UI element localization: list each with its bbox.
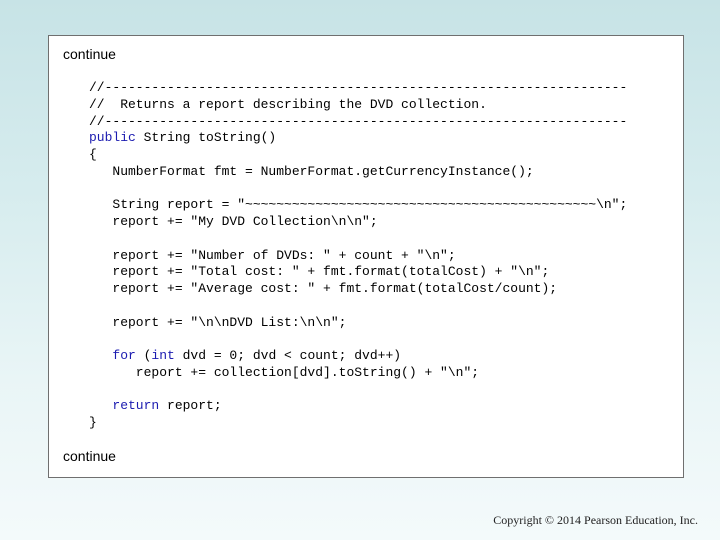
code-line: // Returns a report describing the DVD c… — [89, 97, 627, 114]
code-text: report += "Total cost: " + fmt.format(to… — [89, 264, 550, 280]
code-text: dvd = 0; dvd < count; dvd++) — [174, 348, 402, 363]
code-text: ( — [135, 348, 152, 363]
copyright-footer: Copyright © 2014 Pearson Education, Inc. — [493, 513, 698, 527]
code-text: //--------------------------------------… — [89, 80, 628, 95]
code-text: } — [89, 415, 97, 430]
code-line: String report = "~~~~~~~~~~~~~~~~~~~~~~~… — [89, 197, 627, 214]
code-slide-panel: continue //-----------------------------… — [48, 35, 684, 478]
code-line: } — [89, 415, 627, 432]
code-text: report; — [159, 398, 222, 414]
code-text: report += collection[dvd].toString() + "… — [89, 364, 480, 380]
code-line: report += "Average cost: " + fmt.format(… — [89, 281, 627, 298]
code-line: //--------------------------------------… — [89, 80, 627, 97]
code-listing: //--------------------------------------… — [89, 80, 627, 432]
continue-label-bottom: continue — [63, 448, 116, 464]
code-text: { — [89, 147, 97, 162]
code-line: { — [89, 147, 627, 164]
code-line: return report; — [89, 398, 627, 415]
continue-label-top: continue — [63, 46, 116, 62]
code-text: String toString() — [135, 130, 277, 146]
code-line: NumberFormat fmt = NumberFormat.getCurre… — [89, 164, 627, 181]
code-line: for (int dvd = 0; dvd < count; dvd++) — [89, 348, 627, 365]
code-line: report += "\n\nDVD List:\n\n"; — [89, 315, 627, 332]
code-keyword: return — [112, 398, 160, 414]
code-text: report += "\n\nDVD List:\n\n"; — [89, 314, 347, 330]
code-text: //--------------------------------------… — [89, 113, 628, 129]
code-keyword: for — [112, 348, 136, 363]
code-line: report += "My DVD Collection\n\n"; — [89, 214, 627, 231]
code-text: report += "My DVD Collection\n\n"; — [89, 214, 378, 229]
code-text: // Returns a report describing the DVD c… — [89, 96, 487, 112]
code-line: public String toString() — [89, 130, 627, 147]
code-text: String report = "~~~~~~~~~~~~~~~~~~~~~~~… — [89, 197, 628, 213]
code-text: report += "Number of DVDs: " + count + "… — [89, 247, 456, 263]
code-line: report += "Number of DVDs: " + count + "… — [89, 248, 627, 265]
code-text: report += "Average cost: " + fmt.format(… — [89, 281, 558, 296]
code-keyword: public — [89, 130, 136, 146]
code-line: report += "Total cost: " + fmt.format(to… — [89, 264, 627, 281]
code-line: //--------------------------------------… — [89, 114, 627, 131]
code-line: report += collection[dvd].toString() + "… — [89, 365, 627, 382]
code-keyword: int — [151, 348, 175, 363]
code-text: NumberFormat fmt = NumberFormat.getCurre… — [89, 163, 534, 179]
